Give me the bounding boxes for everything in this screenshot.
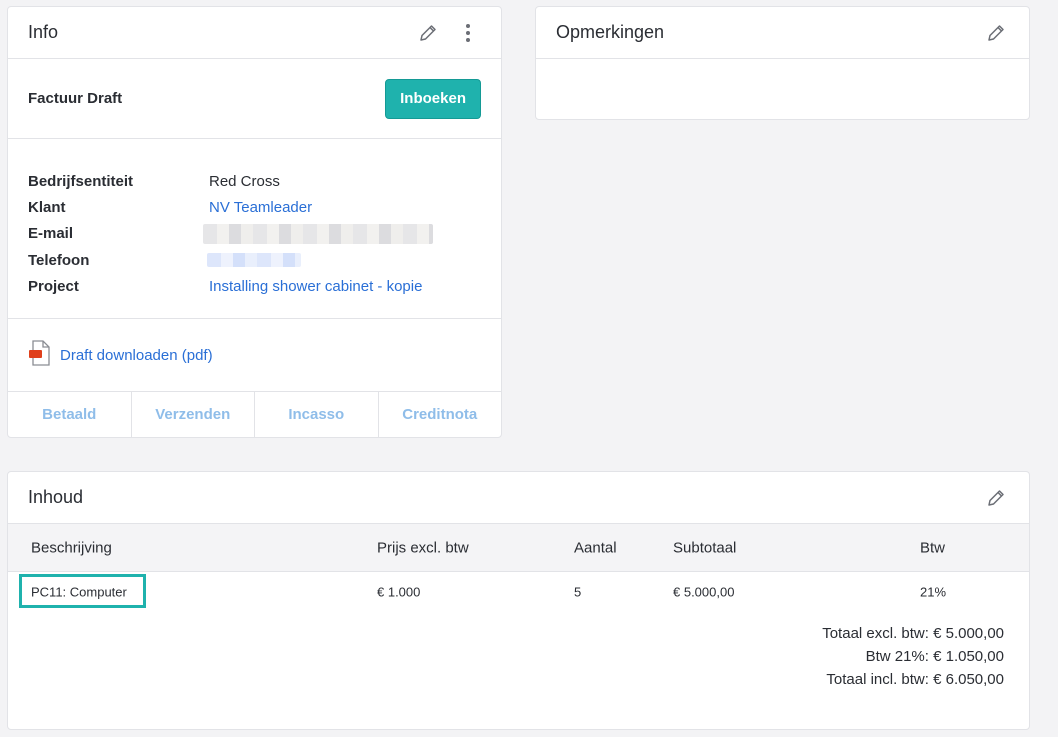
detail-row-company: Bedrijfsentiteit Red Cross xyxy=(28,168,481,194)
total-excl-vat: Totaal excl. btw: € 5.000,00 xyxy=(822,625,1004,642)
redacted-phone xyxy=(207,253,301,268)
redacted-email xyxy=(203,223,433,244)
invoice-details: Bedrijfsentiteit Red Cross Klant NV Team… xyxy=(8,139,501,319)
detail-row-email: E-mail xyxy=(28,221,481,247)
detail-row-phone: Telefoon xyxy=(28,247,481,273)
invoice-totals: Totaal excl. btw: € 5.000,00 Btw 21%: € … xyxy=(822,622,1004,691)
column-header-price: Prijs excl. btw xyxy=(377,539,469,556)
column-header-vat: Btw xyxy=(920,539,946,556)
content-card-title: Inhoud xyxy=(28,487,84,507)
info-card-header: Info xyxy=(8,7,501,59)
download-row: Draft downloaden (pdf) xyxy=(8,319,501,392)
row-description: PC11: Computer xyxy=(31,584,127,600)
invoice-status-label: Factuur Draft xyxy=(28,90,123,107)
send-button[interactable]: Verzenden xyxy=(132,392,255,437)
content-card: Inhoud Beschrijving Prijs excl. btw Aant… xyxy=(7,471,1030,730)
detail-label: Klant xyxy=(28,198,66,216)
table-row[interactable]: PC11: Computer € 1.000 5 € 5.000,00 21% xyxy=(8,572,1029,612)
total-vat: Btw 21%: € 1.050,00 xyxy=(865,648,1004,665)
detail-label: Telefoon xyxy=(28,251,90,269)
book-invoice-button[interactable]: Inboeken xyxy=(385,78,481,119)
info-card: Info Factuur Draft Inboeken Bedrijfsenti… xyxy=(7,6,502,438)
content-card-header: Inhoud xyxy=(8,472,1029,524)
row-subtotal: € 5.000,00 xyxy=(673,584,735,600)
column-header-subtotal: Subtotaal xyxy=(673,539,737,556)
mark-paid-button[interactable]: Betaald xyxy=(8,392,132,437)
detail-label: Project xyxy=(28,277,79,295)
project-link[interactable]: Installing shower cabinet - kopie xyxy=(209,278,422,295)
notes-card-title: Opmerkingen xyxy=(556,22,665,42)
more-vertical-icon[interactable] xyxy=(455,20,481,46)
detail-label: E-mail xyxy=(28,225,74,243)
pencil-icon[interactable] xyxy=(983,20,1009,46)
customer-link[interactable]: NV Teamleader xyxy=(209,199,312,216)
detail-row-project: Project Installing shower cabinet - kopi… xyxy=(28,273,481,299)
row-quantity: 5 xyxy=(574,584,582,600)
row-price: € 1.000 xyxy=(377,584,421,600)
detail-value-company: Red Cross xyxy=(209,172,280,190)
pencil-icon[interactable] xyxy=(983,485,1009,511)
credit-note-button[interactable]: Creditnota xyxy=(379,392,502,437)
notes-card-header: Opmerkingen xyxy=(536,7,1029,59)
total-incl-vat: Totaal incl. btw: € 6.050,00 xyxy=(826,671,1004,688)
pdf-file-icon xyxy=(28,339,52,371)
invoice-status-row: Factuur Draft Inboeken xyxy=(8,59,501,139)
info-card-title: Info xyxy=(28,22,59,42)
direct-debit-button[interactable]: Incasso xyxy=(255,392,379,437)
invoice-action-tabs: Betaald Verzenden Incasso Creditnota xyxy=(8,392,501,437)
column-header-description: Beschrijving xyxy=(31,539,112,556)
row-vat: 21% xyxy=(920,584,947,600)
info-header-actions xyxy=(415,20,481,46)
table-header: Beschrijving Prijs excl. btw Aantal Subt… xyxy=(8,524,1029,572)
pencil-icon[interactable] xyxy=(415,20,441,46)
detail-row-customer: Klant NV Teamleader xyxy=(28,194,481,220)
notes-card: Opmerkingen xyxy=(535,6,1030,120)
column-header-quantity: Aantal xyxy=(574,539,617,556)
download-draft-pdf-link[interactable]: Draft downloaden (pdf) xyxy=(60,347,213,364)
detail-label: Bedrijfsentiteit xyxy=(28,172,134,190)
